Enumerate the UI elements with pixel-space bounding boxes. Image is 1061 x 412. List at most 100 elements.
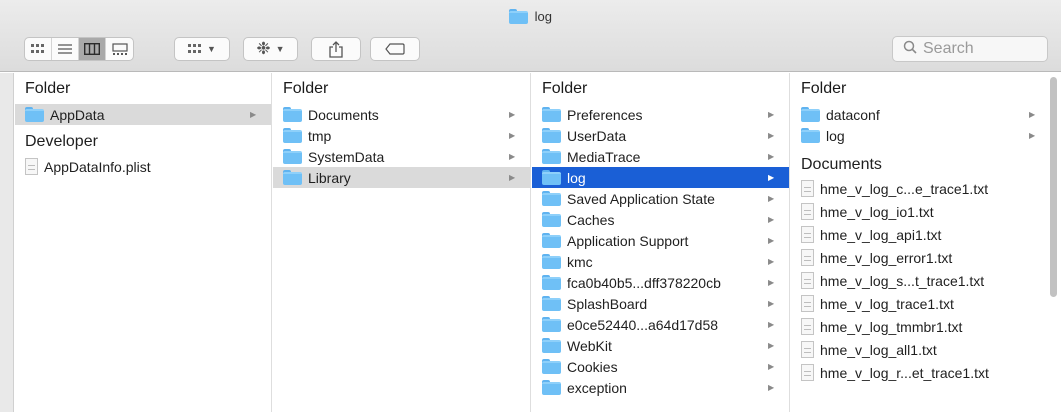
list-item-log-sub[interactable]: log ▶ xyxy=(791,125,1061,146)
window-title-label: log xyxy=(534,9,552,24)
search-icon xyxy=(903,40,917,59)
list-view-icon xyxy=(58,43,72,54)
list-item-file[interactable]: hme_v_log_c...e_trace1.txt xyxy=(791,177,1061,200)
gallery-view-icon xyxy=(111,43,128,55)
sidebar-edge xyxy=(0,73,14,412)
item-label: hme_v_log_s...t_trace1.txt xyxy=(820,272,985,289)
item-label: WebKit xyxy=(567,337,612,354)
item-label: hme_v_log_all1.txt xyxy=(820,341,937,358)
group-icon xyxy=(188,44,202,53)
list-item-kmc[interactable]: kmc ▶ xyxy=(532,251,789,272)
list-item-userdata[interactable]: UserData ▶ xyxy=(532,125,789,146)
chevron-right-icon: ▶ xyxy=(768,152,775,161)
item-label: hme_v_log_trace1.txt xyxy=(820,295,954,312)
file-icon xyxy=(801,272,814,289)
chevron-right-icon: ▶ xyxy=(768,320,775,329)
item-label: Preferences xyxy=(567,106,643,123)
group-button[interactable]: ▼ xyxy=(174,37,230,61)
item-label: dataconf xyxy=(826,106,880,123)
column-4: Folder dataconf ▶ log ▶ Documents hme_v_lo… xyxy=(791,73,1061,412)
column-view-button[interactable] xyxy=(79,38,106,60)
list-item-log[interactable]: log ▶ xyxy=(532,167,789,188)
list-item-file[interactable]: hme_v_log_error1.txt xyxy=(791,246,1061,269)
item-label: kmc xyxy=(567,253,593,270)
item-label: hme_v_log_r...et_trace1.txt xyxy=(820,364,989,381)
list-item-file[interactable]: hme_v_log_s...t_trace1.txt xyxy=(791,269,1061,292)
list-item-file[interactable]: hme_v_log_r...et_trace1.txt xyxy=(791,361,1061,384)
item-label: hme_v_log_api1.txt xyxy=(820,226,942,243)
list-item-webkit[interactable]: WebKit ▶ xyxy=(532,335,789,356)
chevron-right-icon: ▶ xyxy=(768,278,775,287)
column-header: Folder xyxy=(283,80,329,97)
list-item-file[interactable]: hme_v_log_tmmbr1.txt xyxy=(791,315,1061,338)
chevron-right-icon: ▶ xyxy=(509,173,516,182)
folder-icon xyxy=(542,380,561,395)
column-header: Folder xyxy=(25,80,71,97)
folder-icon xyxy=(542,254,561,269)
chevron-right-icon: ▶ xyxy=(509,152,516,161)
list-item-file[interactable]: hme_v_log_all1.txt xyxy=(791,338,1061,361)
folder-icon xyxy=(801,128,820,143)
list-item-file[interactable]: hme_v_log_trace1.txt xyxy=(791,292,1061,315)
file-icon xyxy=(801,180,814,197)
search-field[interactable]: Search xyxy=(892,36,1048,62)
tag-button[interactable] xyxy=(370,37,420,61)
list-item-exception[interactable]: exception ▶ xyxy=(532,377,789,398)
item-label: fca0b40b5...dff378220cb xyxy=(567,274,721,291)
list-item-file[interactable]: AppDataInfo.plist xyxy=(15,156,271,177)
folder-icon xyxy=(542,296,561,311)
item-label: hme_v_log_tmmbr1.txt xyxy=(820,318,963,335)
folder-icon xyxy=(542,233,561,248)
file-icon xyxy=(801,341,814,358)
chevron-right-icon: ▶ xyxy=(768,173,775,182)
list-item-documents[interactable]: Documents ▶ xyxy=(273,104,530,125)
list-item-splashboard[interactable]: SplashBoard ▶ xyxy=(532,293,789,314)
section-header: Documents xyxy=(801,156,882,173)
list-item-file[interactable]: hme_v_log_api1.txt xyxy=(791,223,1061,246)
list-item-tmp[interactable]: tmp ▶ xyxy=(273,125,530,146)
chevron-right-icon: ▶ xyxy=(250,110,257,119)
item-label: Cookies xyxy=(567,358,618,375)
list-item-file[interactable]: hme_v_log_io1.txt xyxy=(791,200,1061,223)
list-item-caches[interactable]: Caches ▶ xyxy=(532,209,789,230)
list-item-systemdata[interactable]: SystemData ▶ xyxy=(273,146,530,167)
gallery-view-button[interactable] xyxy=(106,38,133,60)
section-header: Developer xyxy=(25,133,98,150)
column-2: Folder Documents ▶ tmp ▶ SystemData ▶ Li… xyxy=(273,73,531,412)
list-item-library[interactable]: Library ▶ xyxy=(273,167,530,188)
file-icon xyxy=(801,203,814,220)
chevron-down-icon: ▼ xyxy=(275,44,285,54)
folder-icon xyxy=(542,149,561,164)
item-label: exception xyxy=(567,379,627,396)
chevron-right-icon: ▶ xyxy=(768,215,775,224)
list-item-fca0b40b5[interactable]: fca0b40b5...dff378220cb ▶ xyxy=(532,272,789,293)
vertical-scrollbar[interactable] xyxy=(1050,77,1057,297)
list-item-mediatrace[interactable]: MediaTrace ▶ xyxy=(532,146,789,167)
list-item-e0ce52440[interactable]: e0ce52440...a64d17d58 ▶ xyxy=(532,314,789,335)
folder-icon xyxy=(283,107,302,122)
chevron-down-icon: ▼ xyxy=(207,44,216,54)
chevron-right-icon: ▶ xyxy=(768,110,775,119)
list-item-dataconf[interactable]: dataconf ▶ xyxy=(791,104,1061,125)
share-button[interactable] xyxy=(311,37,361,61)
item-label: Documents xyxy=(308,106,379,123)
action-button[interactable]: ❉ ▼ xyxy=(243,37,298,61)
list-item-application-support[interactable]: Application Support ▶ xyxy=(532,230,789,251)
folder-icon xyxy=(283,170,302,185)
list-item-appdata[interactable]: AppData ▶ xyxy=(15,104,271,125)
list-item-saved-application-state[interactable]: Saved Application State ▶ xyxy=(532,188,789,209)
list-item-cookies[interactable]: Cookies ▶ xyxy=(532,356,789,377)
file-icon xyxy=(801,364,814,381)
file-icon xyxy=(25,158,38,175)
list-view-button[interactable] xyxy=(52,38,79,60)
view-mode-switcher xyxy=(24,37,134,61)
item-label: hme_v_log_io1.txt xyxy=(820,203,934,220)
chevron-right-icon: ▶ xyxy=(768,362,775,371)
chevron-right-icon: ▶ xyxy=(1029,131,1036,140)
gear-icon: ❉ xyxy=(256,39,271,58)
list-item-preferences[interactable]: Preferences ▶ xyxy=(532,104,789,125)
chevron-right-icon: ▶ xyxy=(768,257,775,266)
chevron-right-icon: ▶ xyxy=(768,236,775,245)
item-label: SplashBoard xyxy=(567,295,648,312)
icon-view-button[interactable] xyxy=(25,38,52,60)
